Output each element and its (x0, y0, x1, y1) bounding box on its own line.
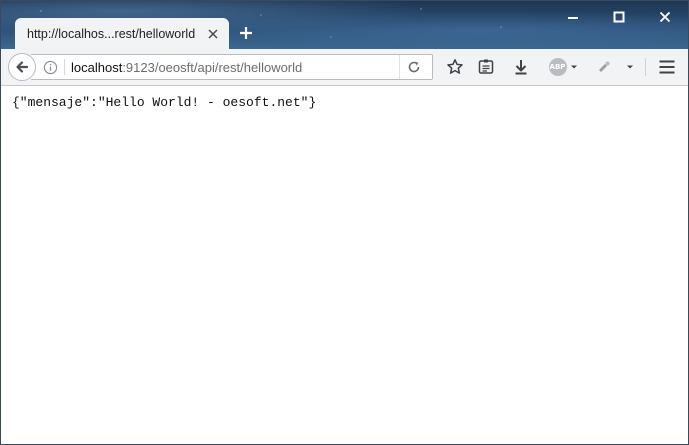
tab-close-button[interactable] (205, 26, 221, 42)
reload-separator (399, 55, 400, 79)
adblock-icon: ABP (548, 58, 567, 76)
url-separator (64, 59, 65, 75)
plus-icon (240, 27, 252, 39)
title-bar: http://localhos...rest/helloworld (1, 1, 688, 49)
star-icon (447, 59, 463, 74)
downloads-button[interactable] (510, 55, 532, 79)
close-window-button[interactable] (642, 1, 688, 33)
minimize-button[interactable] (550, 1, 596, 33)
download-icon (515, 60, 527, 75)
url-text[interactable]: localhost:9123/oeosft/api/rest/helloworl… (71, 60, 302, 75)
menu-button[interactable] (656, 55, 678, 79)
maximize-icon (613, 11, 625, 23)
close-icon (659, 11, 671, 23)
reload-button[interactable] (405, 59, 423, 75)
info-icon[interactable] (42, 59, 58, 75)
browser-window: http://localhos...rest/helloworld localh… (0, 0, 689, 445)
close-icon (208, 28, 218, 39)
reader-list-icon (478, 59, 494, 74)
adblock-button[interactable]: ABP (547, 55, 579, 79)
tab-helloworld[interactable]: http://localhos...rest/helloworld (15, 18, 229, 49)
chevron-down-icon (570, 65, 577, 69)
extension-dropdown-button[interactable] (624, 55, 636, 79)
tab-title: http://localhos...rest/helloworld (27, 26, 196, 41)
minimize-icon (568, 17, 578, 19)
navigation-toolbar: localhost:9123/oeosft/api/rest/helloworl… (1, 49, 688, 86)
extension-icon (599, 61, 610, 72)
toolbar-separator (645, 58, 646, 76)
reading-list-button[interactable] (475, 55, 497, 79)
extension-button[interactable] (593, 55, 615, 79)
page-content: {"mensaje":"Hello World! - oesoft.net"} (1, 86, 688, 444)
new-tab-button[interactable] (235, 22, 257, 44)
url-path: :9123/oeosft/api/rest/helloworld (122, 60, 303, 75)
reload-icon (408, 61, 420, 73)
window-controls (550, 1, 688, 33)
address-bar[interactable]: localhost:9123/oeosft/api/rest/helloworl… (31, 54, 433, 80)
back-arrow-icon (16, 61, 29, 73)
back-button[interactable] (8, 53, 36, 81)
menu-icon (659, 60, 675, 74)
chevron-down-icon (627, 65, 633, 69)
maximize-button[interactable] (596, 1, 642, 33)
bookmark-button[interactable] (444, 55, 466, 79)
json-response-text: {"mensaje":"Hello World! - oesoft.net"} (12, 95, 317, 110)
url-host: localhost (71, 60, 123, 75)
